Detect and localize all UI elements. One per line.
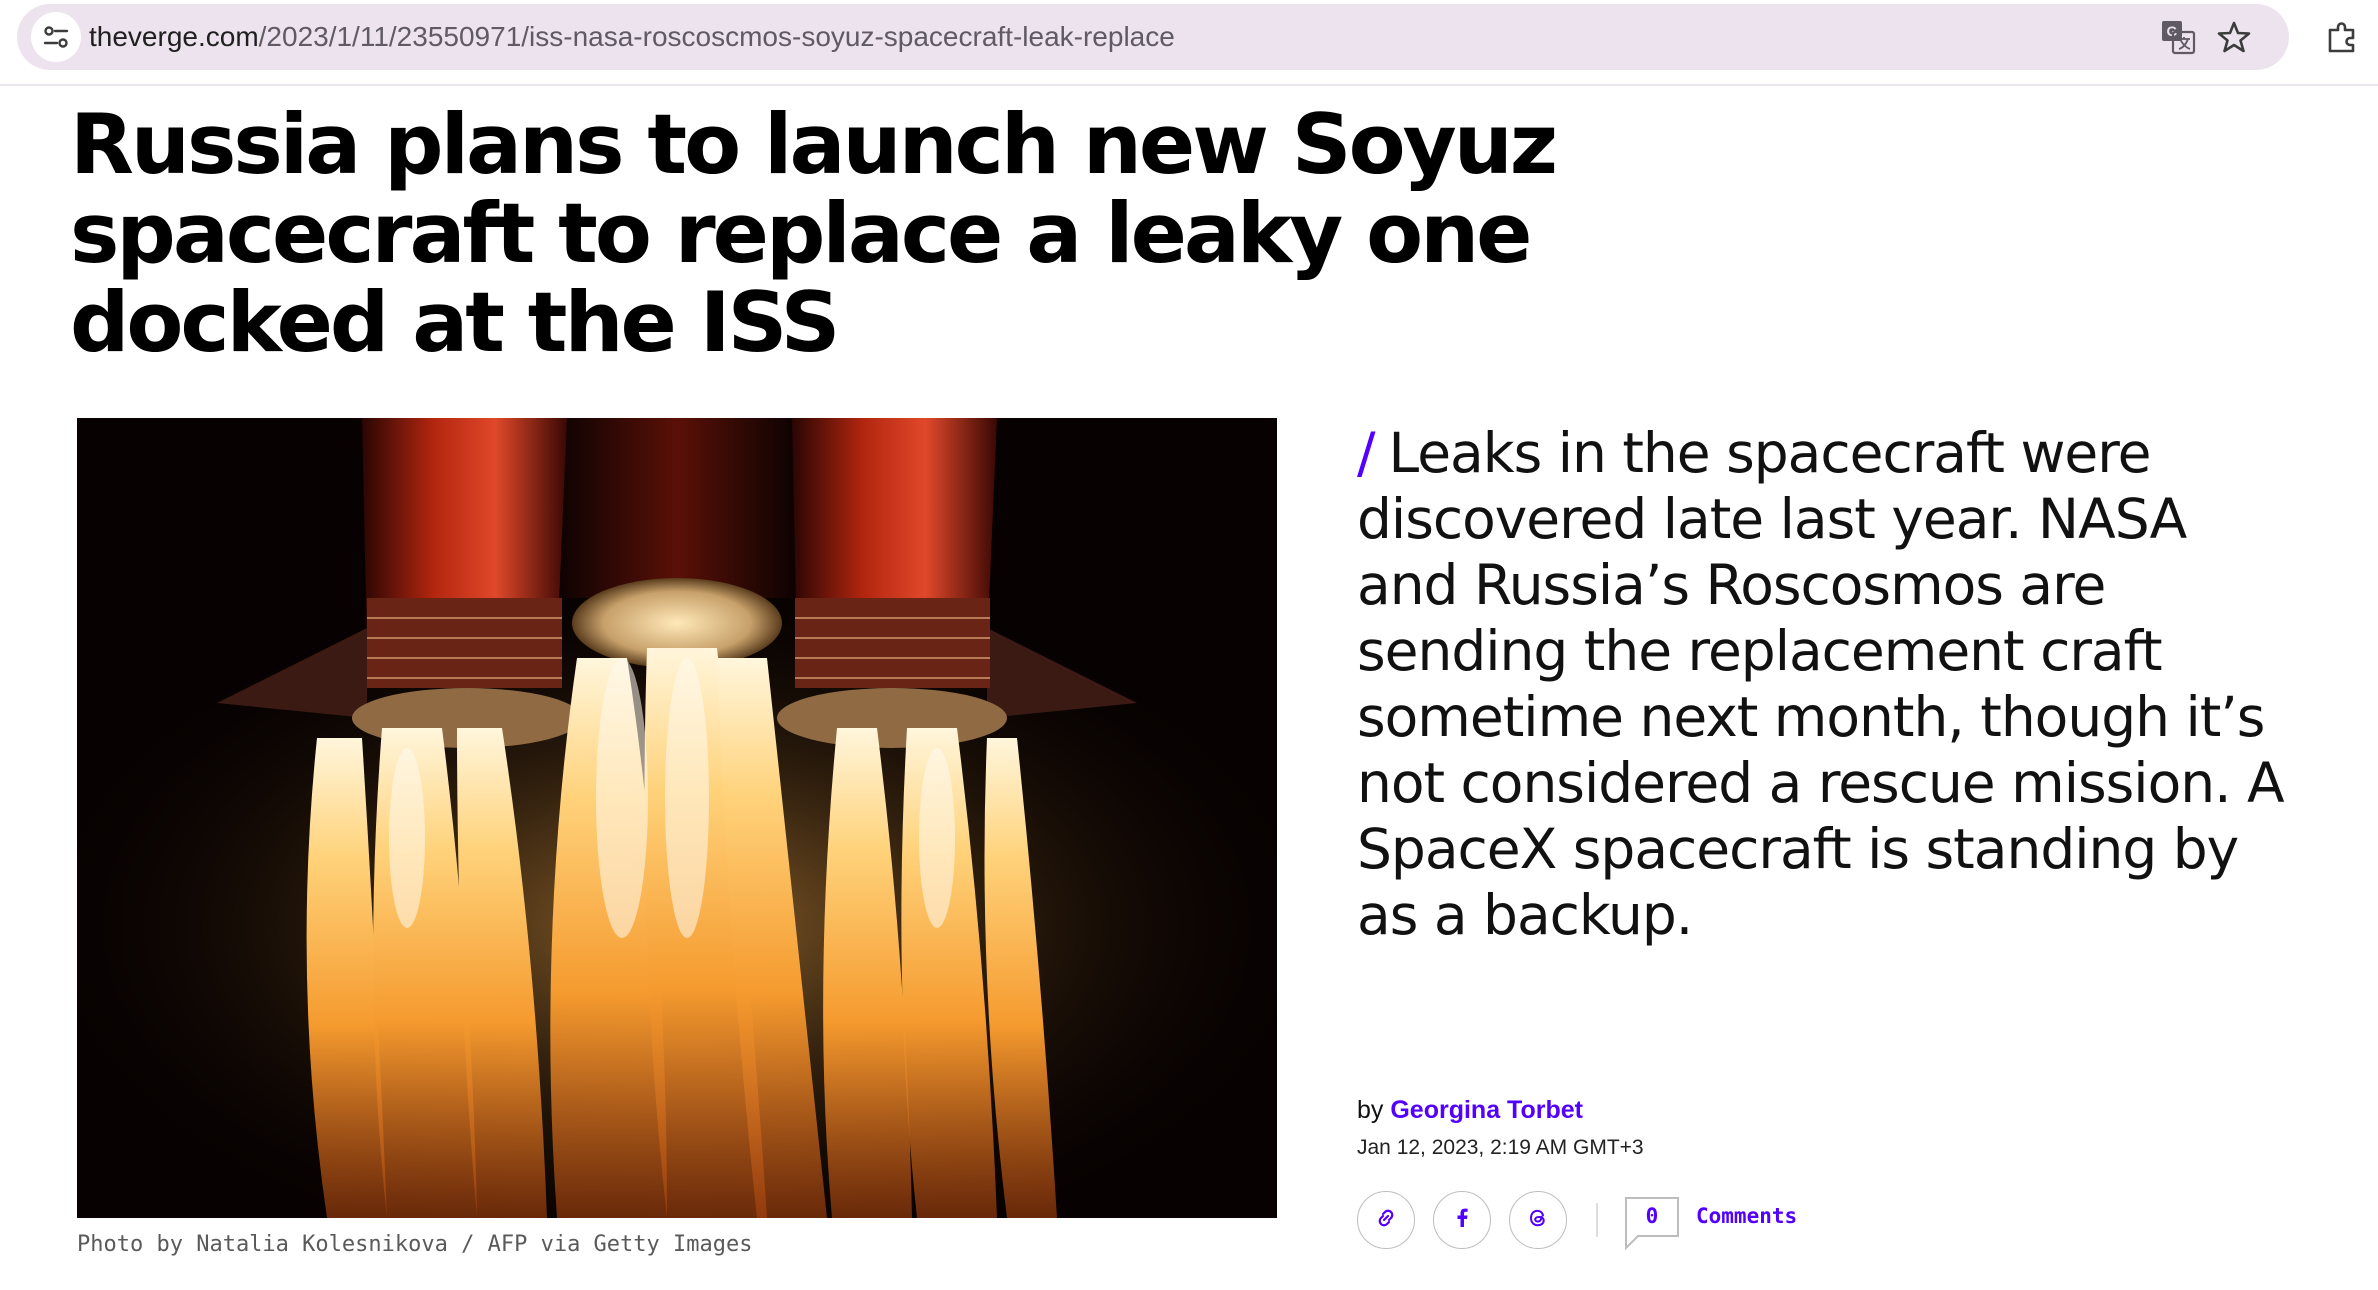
link-icon (1374, 1206, 1398, 1235)
dek-slash: / (1357, 421, 1376, 485)
threads-icon (1526, 1206, 1550, 1235)
facebook-icon (1450, 1206, 1474, 1235)
address-bar[interactable]: theverge.com/2023/1/11/23550971/iss-nasa… (17, 4, 2289, 70)
hero-image-rocket-launch[interactable] (77, 418, 1277, 1218)
translate-icon[interactable]: G (2159, 18, 2197, 56)
share-divider (1596, 1203, 1598, 1237)
comment-bubble-icon: 0 (1624, 1196, 1680, 1252)
copy-link-button[interactable] (1357, 1191, 1415, 1249)
publish-date: Jan 12, 2023, 2:19 AM GMT+3 (1357, 1136, 1644, 1159)
comment-count: 0 (1645, 1204, 1659, 1228)
site-info-icon[interactable] (31, 12, 81, 62)
threads-share-button[interactable] (1509, 1191, 1567, 1249)
dek-text: Leaks in the spacecraft were discovered … (1357, 421, 2285, 947)
article-dek: / Leaks in the spacecraft were discovered… (1357, 420, 2287, 948)
comments-link[interactable]: 0 Comments (1624, 1196, 1824, 1252)
bookmark-star-icon[interactable] (2215, 18, 2253, 56)
byline-prefix: by (1357, 1096, 1384, 1124)
comments-label: Comments (1696, 1204, 1798, 1228)
browser-toolbar: theverge.com/2023/1/11/23550971/iss-nasa… (0, 0, 2378, 86)
url-text[interactable]: theverge.com/2023/1/11/23550971/iss-nasa… (89, 4, 1175, 70)
photo-credit: Photo by Natalia Kolesnikova / AFP via G… (77, 1232, 753, 1257)
article-headline: Russia plans to launch new Soyuz spacecr… (70, 96, 1558, 371)
url-path: /2023/1/11/23550971/iss-nasa-roscoscmos-… (258, 21, 1175, 52)
author-link[interactable]: Georgina Torbet (1390, 1096, 1583, 1124)
url-host: theverge.com (89, 21, 259, 52)
extensions-icon[interactable] (2322, 16, 2362, 56)
byline: by Georgina Torbet (1357, 1096, 1583, 1125)
facebook-share-button[interactable] (1433, 1191, 1491, 1249)
